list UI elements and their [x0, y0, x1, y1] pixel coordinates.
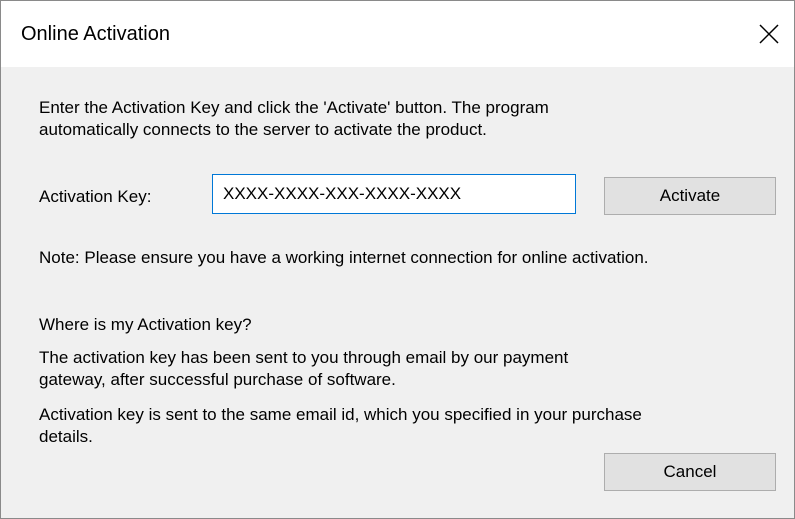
instructions-text: Enter the Activation Key and click the '… [39, 97, 549, 141]
window-title: Online Activation [21, 23, 170, 45]
instructions-line: automatically connects to the server to … [39, 120, 487, 139]
activate-button[interactable]: Activate [604, 177, 776, 215]
close-button[interactable] [748, 1, 794, 67]
instructions-line: Enter the Activation Key and click the '… [39, 98, 549, 117]
help-email-line: details. [39, 427, 93, 446]
close-icon [759, 24, 779, 44]
activation-key-input[interactable] [212, 174, 576, 214]
title-bar: Online Activation [1, 1, 794, 67]
help-sent-line: The activation key has been sent to you … [39, 348, 569, 367]
help-email-text: Activation key is sent to the same email… [39, 404, 642, 448]
help-sent-line: gateway, after successful purchase of so… [39, 370, 396, 389]
help-sent-text: The activation key has been sent to you … [39, 347, 568, 391]
online-activation-dialog: Online Activation Enter the Activation K… [0, 0, 795, 519]
help-heading: Where is my Activation key? [39, 315, 252, 334]
cancel-button[interactable]: Cancel [604, 453, 776, 491]
activation-key-label: Activation Key: [39, 187, 152, 206]
help-email-line: Activation key is sent to the same email… [39, 405, 642, 424]
connection-note: Note: Please ensure you have a working i… [39, 248, 649, 267]
